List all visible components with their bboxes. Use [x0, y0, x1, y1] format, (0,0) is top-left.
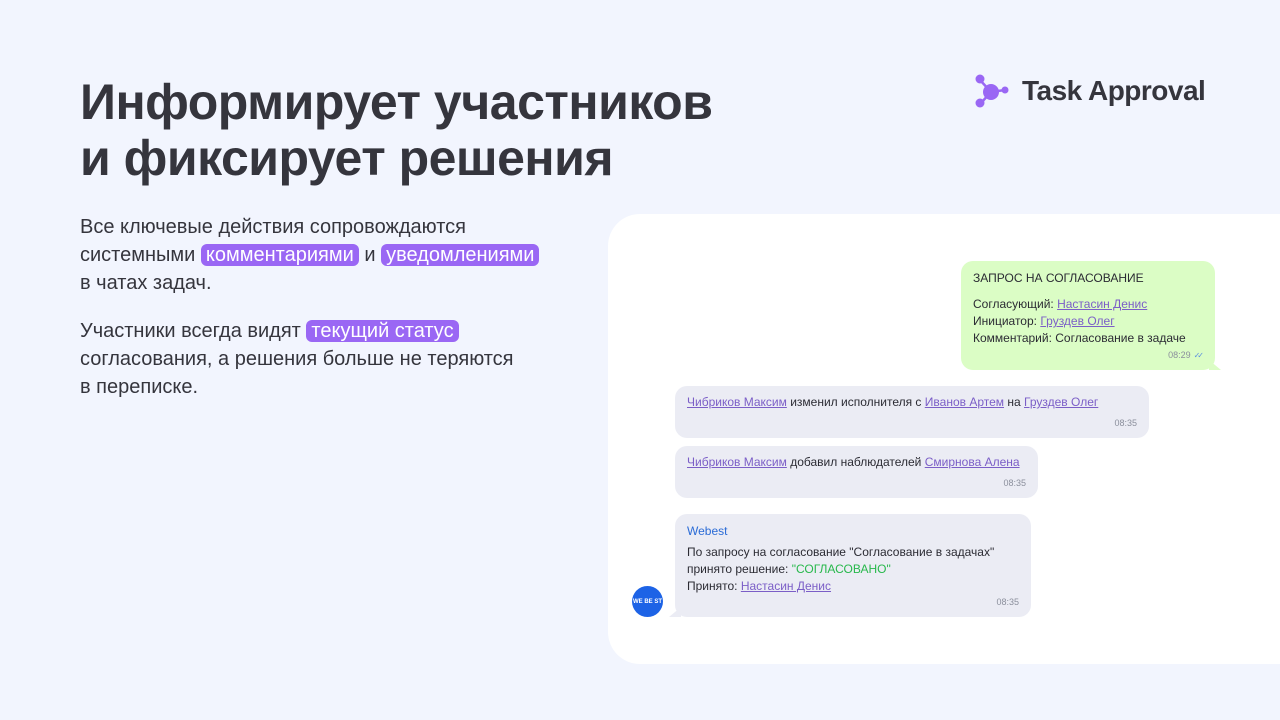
approval-request-message: ЗАПРОС НА СОГЛАСОВАНИЕ Согласующий: Наст… — [961, 261, 1215, 370]
decision-line-2: принято решение: "СОГЛАСОВАНО" — [687, 561, 1019, 578]
approver-link[interactable]: Настасин Денис — [1057, 297, 1147, 311]
para1-text-3: и — [364, 244, 376, 266]
system-message-executor-change: Чибриков Максим изменил исполнителя с Ив… — [675, 386, 1149, 438]
webest-avatar[interactable]: WE BE ST — [632, 586, 663, 617]
page-headline: Информирует участников и фиксирует решен… — [80, 74, 713, 186]
message-time: 08:29 ✓✓ — [1168, 347, 1205, 364]
headline-line-2: и фиксирует решения — [80, 130, 614, 186]
initiator-line: Инициатор: Груздев Олег — [973, 313, 1203, 330]
task-approval-logo: Task Approval — [972, 72, 1206, 110]
para2-text-2: согласования, а решения больше не теряют… — [80, 348, 514, 370]
accepted-by-link[interactable]: Настасин Денис — [741, 579, 831, 593]
logo-text: Task Approval — [1022, 75, 1206, 106]
system-message-observers-added: Чибриков Максим добавил наблюдателей Сми… — [675, 446, 1038, 498]
para2-text-1: Участники всегда видят — [80, 320, 301, 342]
para2-text-3: в переписке. — [80, 376, 199, 398]
observer-link[interactable]: Смирнова Алена — [925, 455, 1020, 469]
accepted-label: Принято: — [687, 579, 738, 593]
approval-request-title: ЗАПРОС НА СОГЛАСОВАНИЕ — [973, 271, 1144, 285]
highlight-comments: комментариями — [200, 244, 359, 266]
message-text: изменил исполнителя с — [790, 395, 922, 409]
accepted-line: Принято: Настасин Денис — [687, 578, 1019, 595]
molecule-icon — [975, 74, 1009, 108]
chat-panel: ЗАПРОС НА СОГЛАСОВАНИЕ Согласующий: Наст… — [608, 214, 1280, 664]
decision-line-1: По запросу на согласование "Согласование… — [687, 545, 995, 559]
approver-label: Согласующий: — [973, 297, 1054, 311]
new-executor-link[interactable]: Груздев Олег — [1024, 395, 1098, 409]
decision-text: принято решение: — [687, 562, 789, 576]
previous-executor-link[interactable]: Иванов Артем — [925, 395, 1004, 409]
initiator-label: Инициатор: — [973, 314, 1037, 328]
approver-line: Согласующий: Настасин Денис — [973, 296, 1203, 313]
bot-decision-message: Webest По запросу на согласование "Согла… — [675, 514, 1031, 617]
approved-status: "СОГЛАСОВАНО" — [791, 562, 891, 576]
description-paragraph-1: Все ключевые действия сопровождаются сис… — [80, 213, 540, 297]
para1-text-2: системными — [80, 244, 196, 266]
comment-line: Комментарий: Согласование в задаче — [973, 330, 1203, 347]
bot-sender-name: Webest — [687, 524, 728, 538]
message-text: на — [1007, 395, 1021, 409]
message-time: 08:35 — [1114, 418, 1137, 428]
description-paragraph-2: Участники всегда видят текущий статус со… — [80, 317, 514, 401]
highlight-current-status: текущий статус — [306, 320, 459, 342]
para1-text-1: Все ключевые действия сопровождаются — [80, 216, 466, 238]
highlight-notifications: уведомлениями — [381, 244, 540, 266]
double-check-icon: ✓✓ — [1193, 351, 1205, 360]
para1-text-4: в чатах задач. — [80, 272, 212, 294]
comment-label: Комментарий: — [973, 331, 1052, 345]
user-link[interactable]: Чибриков Максим — [687, 395, 787, 409]
message-text: добавил наблюдателей — [790, 455, 922, 469]
message-time: 08:35 — [996, 597, 1019, 607]
time-text: 08:29 — [1168, 350, 1191, 360]
comment-text: Согласование в задаче — [1055, 331, 1186, 345]
headline-line-1: Информирует участников — [80, 74, 713, 130]
message-time: 08:35 — [1003, 478, 1026, 488]
user-link[interactable]: Чибриков Максим — [687, 455, 787, 469]
initiator-link[interactable]: Груздев Олег — [1040, 314, 1114, 328]
